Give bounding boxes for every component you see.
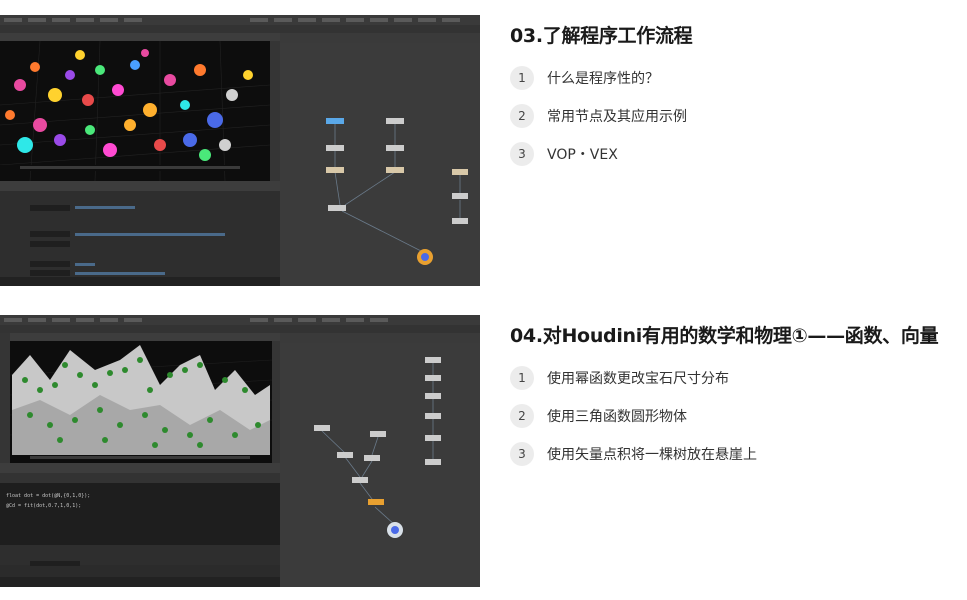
item-list: 1 什么是程序性的？ 2 常用节点及其应用示例 3 VOP・VEX xyxy=(510,66,960,166)
item-label: 使用矢量点积将一棵树放在悬崖上 xyxy=(547,447,757,463)
section-info: 04.对Houdini有用的数学和物理①——函数、向量 1 使用幂函数更改宝石尺… xyxy=(510,315,960,480)
code-line-2: @Cd = fit(dot,0.7,1,0,1); xyxy=(6,503,81,509)
list-item: 3 使用矢量点积将一棵树放在悬崖上 xyxy=(510,442,960,466)
item-number: 3 xyxy=(510,142,534,166)
list-item: 3 VOP・VEX xyxy=(510,142,960,166)
item-label: 使用幂函数更改宝石尺寸分布 xyxy=(547,371,729,387)
item-label: VOP・VEX xyxy=(547,147,618,163)
houdini-ui-image: float dot = dot(@N,{0,1,0}); @Cd = fit(d… xyxy=(0,315,480,587)
section-title: 04.对Houdini有用的数学和物理①——函数、向量 xyxy=(510,325,939,347)
item-label: 什么是程序性的？ xyxy=(547,71,659,87)
network-editor xyxy=(280,43,480,286)
list-item: 1 什么是程序性的？ xyxy=(510,66,960,90)
list-item: 2 使用三角函数圆形物体 xyxy=(510,404,960,428)
item-number: 2 xyxy=(510,104,534,128)
section-title: 03.了解程序工作流程 xyxy=(510,25,693,47)
code-line-1: float dot = dot(@N,{0,1,0}); xyxy=(6,493,90,499)
item-list: 1 使用幂函数更改宝石尺寸分布 2 使用三角函数圆形物体 3 使用矢量点积将一棵… xyxy=(510,366,960,466)
houdini-ui-image xyxy=(0,15,480,286)
list-item: 1 使用幂函数更改宝石尺寸分布 xyxy=(510,366,960,390)
houdini-screenshot-math: float dot = dot(@N,{0,1,0}); @Cd = fit(d… xyxy=(0,315,480,587)
section-info: 03.了解程序工作流程 1 什么是程序性的？ 2 常用节点及其应用示例 3 VO… xyxy=(510,15,960,180)
network-editor xyxy=(280,343,480,587)
item-number: 1 xyxy=(510,66,534,90)
item-label: 使用三角函数圆形物体 xyxy=(547,409,687,425)
item-number: 3 xyxy=(510,442,534,466)
section-03: 03.了解程序工作流程 1 什么是程序性的？ 2 常用节点及其应用示例 3 VO… xyxy=(0,15,967,286)
item-label: 常用节点及其应用示例 xyxy=(547,109,687,125)
item-number: 1 xyxy=(510,366,534,390)
houdini-screenshot-procedural xyxy=(0,15,480,286)
section-04: float dot = dot(@N,{0,1,0}); @Cd = fit(d… xyxy=(0,315,967,587)
item-number: 2 xyxy=(510,404,534,428)
list-item: 2 常用节点及其应用示例 xyxy=(510,104,960,128)
